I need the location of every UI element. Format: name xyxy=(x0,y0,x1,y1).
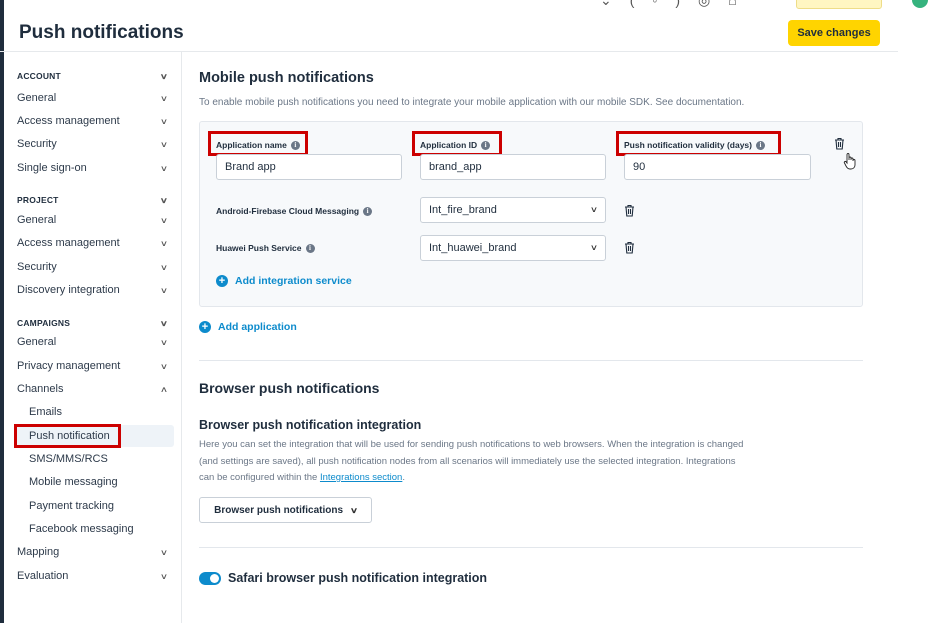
chevron-down-icon: ∨ xyxy=(159,571,169,581)
firebase-label: Android-Firebase Cloud Messaging i xyxy=(216,206,373,216)
integrations-section-link[interactable]: Integrations section xyxy=(320,472,402,483)
add-integration-button[interactable]: + Add integration service xyxy=(216,275,352,287)
safari-toggle[interactable] xyxy=(199,572,221,585)
sidebar-subitem-payment-tracking[interactable]: Payment tracking xyxy=(29,500,114,512)
info-icon[interactable]: i xyxy=(290,140,300,150)
sidebar-item-access-management[interactable]: Access management ∨ xyxy=(17,115,169,127)
sidebar-subitem-emails[interactable]: Emails xyxy=(29,406,62,418)
chevron-down-icon: ∨ xyxy=(589,205,599,214)
toggle-knob xyxy=(210,574,219,583)
chevron-up-icon: ∧ xyxy=(159,384,169,394)
app-name-input[interactable]: Brand app xyxy=(216,154,402,180)
sidebar-subitem-facebook-messaging[interactable]: Facebook messaging xyxy=(29,523,134,535)
plus-circle-icon: + xyxy=(216,275,228,287)
mobile-section-title: Mobile push notifications xyxy=(199,70,374,86)
hand-cursor-icon xyxy=(843,153,856,170)
chevron-down-icon: ∨ xyxy=(159,215,169,225)
plus-circle-icon: + xyxy=(199,321,211,333)
section-divider xyxy=(199,360,863,361)
sidebar-subitem-sms-mms-rcs[interactable]: SMS/MMS/RCS xyxy=(29,453,108,465)
huawei-label: Huawei Push Service i xyxy=(216,243,315,253)
sidebar-subitem-mobile-messaging[interactable]: Mobile messaging xyxy=(29,476,118,488)
toolbar-icon[interactable]: ⌄ xyxy=(600,0,612,9)
toolbar-icon[interactable]: ( xyxy=(630,0,635,8)
sidebar-item-general[interactable]: General ∨ xyxy=(17,214,169,226)
sidebar-item-general[interactable]: General ∨ xyxy=(17,92,169,104)
delete-firebase-trash-icon[interactable] xyxy=(624,204,635,217)
chevron-down-icon: ∨ xyxy=(349,505,359,515)
section-divider xyxy=(199,547,863,548)
sidebar-item-channels[interactable]: Channels ∧ xyxy=(17,383,169,395)
chevron-down-icon: ∨ xyxy=(159,361,169,371)
chevron-down-icon: ∨ xyxy=(159,318,169,328)
add-application-button[interactable]: + Add application xyxy=(199,321,297,333)
sidebar-item-security[interactable]: Security ∨ xyxy=(17,261,169,273)
sidebar-item-single-sign-on[interactable]: Single sign-on ∨ xyxy=(17,162,169,174)
info-icon[interactable]: i xyxy=(305,243,315,253)
app-name-label: Application name i xyxy=(216,140,300,150)
sidebar-item-general[interactable]: General ∨ xyxy=(17,336,169,348)
save-button[interactable]: Save changes xyxy=(788,20,880,46)
browser-integration-description: Here you can set the integration that wi… xyxy=(199,439,744,483)
chevron-down-icon: ∨ xyxy=(159,116,169,126)
status-dot[interactable] xyxy=(912,0,928,8)
browser-section-title: Browser push notifications xyxy=(199,380,380,396)
page-title: Push notifications xyxy=(19,22,184,43)
validity-label: Push notification validity (days) i xyxy=(624,140,765,150)
chevron-down-icon: ∨ xyxy=(159,547,169,557)
sidebar-section-account[interactable]: ACCOUNT ∨ xyxy=(17,71,169,81)
sidebar-item-security[interactable]: Security ∨ xyxy=(17,138,169,150)
chevron-down-icon: ∨ xyxy=(159,93,169,103)
toolbar-icon[interactable]: ◦ xyxy=(652,0,657,8)
app-id-input[interactable]: brand_app xyxy=(420,154,606,180)
browser-integration-subtitle: Browser push notification integration xyxy=(199,418,422,432)
browser-integration-dropdown[interactable]: Browser push notifications ∨ xyxy=(199,497,372,523)
chevron-down-icon: ∨ xyxy=(159,262,169,272)
chevron-down-icon: ∨ xyxy=(159,71,169,81)
sidebar-item-mapping[interactable]: Mapping ∨ xyxy=(17,546,169,558)
chevron-down-icon: ∨ xyxy=(589,243,599,252)
app-id-label: Application ID i xyxy=(420,140,491,150)
info-icon[interactable]: i xyxy=(481,140,491,150)
chevron-down-icon: ∨ xyxy=(159,139,169,149)
info-icon[interactable]: i xyxy=(756,140,765,150)
sidebar-item-access-management[interactable]: Access management ∨ xyxy=(17,237,169,249)
huawei-select[interactable]: Int_huawei_brand ∨ xyxy=(420,235,606,261)
firebase-select[interactable]: Int_fire_brand ∨ xyxy=(420,197,606,223)
sidebar-item-discovery-integration[interactable]: Discovery integration ∨ xyxy=(17,284,169,296)
delete-application-trash-icon[interactable] xyxy=(834,137,845,150)
top-toolbar-partial: ⌄ ( ◦ ) ◎ ⌂ xyxy=(600,0,737,10)
sidebar-section-campaigns[interactable]: CAMPAIGNS ∨ xyxy=(17,318,169,328)
delete-huawei-trash-icon[interactable] xyxy=(624,241,635,254)
sidebar-section-project[interactable]: PROJECT ∨ xyxy=(17,195,169,205)
mobile-section-description: To enable mobile push notifications you … xyxy=(199,97,745,108)
safari-toggle-label: Safari browser push notification integra… xyxy=(228,571,488,585)
validity-input[interactable]: 90 xyxy=(624,154,811,180)
chevron-down-icon: ∨ xyxy=(159,337,169,347)
chevron-down-icon: ∨ xyxy=(159,238,169,248)
toolbar-icon[interactable]: ) xyxy=(675,0,680,8)
top-pill-partial[interactable] xyxy=(796,0,882,9)
info-icon[interactable]: i xyxy=(363,206,373,216)
sidebar-item-evaluation[interactable]: Evaluation ∨ xyxy=(17,570,169,582)
chevron-down-icon: ∨ xyxy=(159,195,169,205)
sidebar-item-privacy-management[interactable]: Privacy management ∨ xyxy=(17,360,169,372)
chevron-down-icon: ∨ xyxy=(159,163,169,173)
toolbar-icon[interactable]: ⌂ xyxy=(728,0,736,8)
sidebar-subitem-push-notification[interactable]: Push notification xyxy=(29,430,110,442)
toolbar-icon[interactable]: ◎ xyxy=(698,0,710,9)
chevron-down-icon: ∨ xyxy=(159,285,169,295)
